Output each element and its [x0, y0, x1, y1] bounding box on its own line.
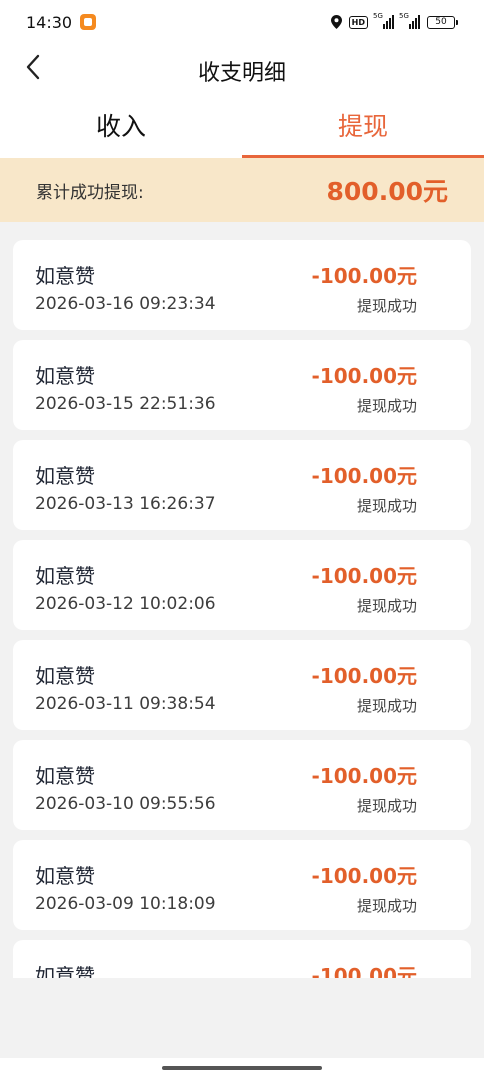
record-list[interactable]: 如意赞 2026-03-16 09:23:34 -100.00元 提现成功 如意…	[0, 222, 484, 978]
tab-bar: 收入 提现	[0, 96, 484, 158]
signal-1-label: 5G	[373, 12, 383, 20]
signal-icon-1: 5G	[373, 12, 394, 29]
record-name: 如意赞	[35, 764, 95, 788]
record-card[interactable]: 如意赞 2026-03-11 09:38:54 -100.00元 提现成功	[13, 640, 471, 730]
record-amount: -100.00元	[311, 464, 417, 488]
record-card[interactable]: 如意赞 2026-03-15 22:51:36 -100.00元 提现成功	[13, 340, 471, 430]
nav-bar: 收支明细	[0, 44, 484, 96]
battery-icon: 50	[427, 15, 458, 29]
signal-2-label: 5G	[399, 12, 409, 20]
location-icon	[330, 15, 342, 29]
record-time: 2026-03-13 16:26:37	[35, 494, 216, 514]
record-time: 2026-03-09 10:18:09	[35, 894, 216, 914]
record-time: 2026-03-16 09:23:34	[35, 294, 216, 314]
record-time: 2026-03-12 10:02:06	[35, 594, 216, 614]
record-amount: -100.00元	[311, 564, 417, 588]
record-amount: -100.00元	[311, 664, 417, 688]
record-status: 提现成功	[356, 697, 417, 715]
app-notification-icon	[80, 14, 97, 30]
hd-icon: HD	[348, 15, 368, 29]
summary-amount: 800.00元	[326, 177, 448, 206]
record-card[interactable]: 如意赞 2026-03-09 10:18:09 -100.00元 提现成功	[13, 840, 471, 930]
battery-level: 50	[427, 15, 455, 29]
record-status: 提现成功	[356, 897, 417, 915]
record-name: 如意赞	[35, 864, 95, 888]
record-status: 提现成功	[356, 597, 417, 615]
record-name: 如意赞	[35, 264, 95, 288]
record-name: 如意赞	[35, 464, 95, 488]
page-title: 收支明细	[197, 61, 286, 86]
record-name: 如意赞	[35, 564, 95, 588]
record-time: 2026-03-15 22:51:36	[35, 394, 216, 414]
record-amount: -100.00元	[311, 864, 417, 888]
record-amount: -100.00元	[311, 764, 417, 788]
record-card[interactable]: 如意赞 2026-03-10 09:55:56 -100.00元 提现成功	[13, 740, 471, 830]
record-card[interactable]: 如意赞 -100.00元	[13, 940, 471, 978]
record-card[interactable]: 如意赞 2026-03-13 16:26:37 -100.00元 提现成功	[13, 440, 471, 530]
status-time: 14:30	[26, 12, 73, 32]
record-status: 提现成功	[356, 797, 417, 815]
record-name: 如意赞	[35, 964, 95, 978]
record-card[interactable]: 如意赞 2026-03-16 09:23:34 -100.00元 提现成功	[13, 240, 471, 330]
record-status: 提现成功	[356, 397, 417, 415]
signal-icon-2: 5G	[399, 12, 420, 29]
status-bar-left: 14:30	[26, 12, 97, 32]
status-bar-right: HD 5G 5G 50	[330, 12, 458, 29]
record-card[interactable]: 如意赞 2026-03-12 10:02:06 -100.00元 提现成功	[13, 540, 471, 630]
record-status: 提现成功	[356, 497, 417, 515]
record-name: 如意赞	[35, 364, 95, 388]
record-time: 2026-03-10 09:55:56	[35, 794, 216, 814]
summary-label: 累计成功提现:	[36, 182, 144, 203]
record-name: 如意赞	[35, 664, 95, 688]
record-time: 2026-03-11 09:38:54	[35, 694, 216, 714]
record-amount: -100.00元	[311, 964, 417, 978]
tab-withdraw[interactable]: 提现	[242, 96, 484, 158]
record-amount: -100.00元	[311, 264, 417, 288]
record-amount: -100.00元	[311, 364, 417, 388]
tab-income[interactable]: 收入	[0, 96, 242, 158]
home-indicator[interactable]	[162, 1066, 322, 1070]
withdraw-summary: 累计成功提现: 800.00元	[0, 158, 484, 222]
record-status: 提现成功	[356, 297, 417, 315]
status-bar: 14:30 HD 5G 5G 50	[0, 0, 484, 44]
